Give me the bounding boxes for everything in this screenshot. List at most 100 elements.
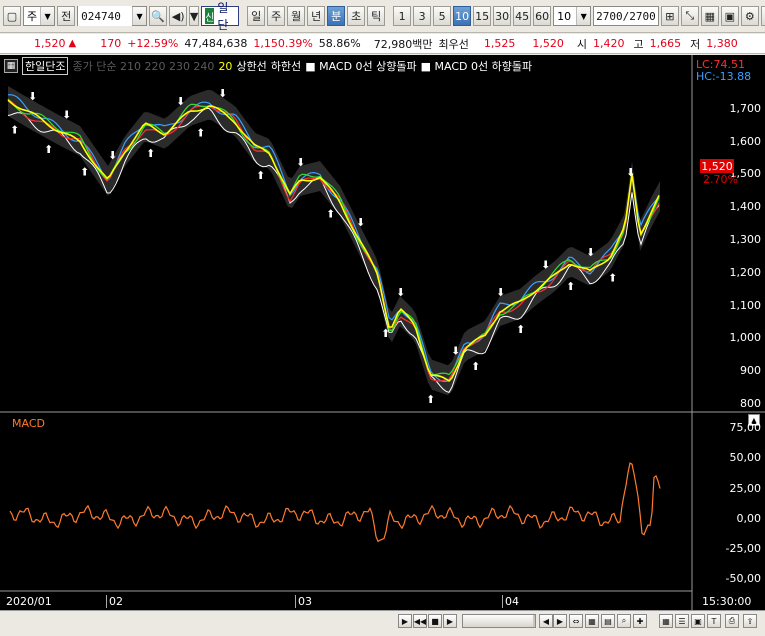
play-icon[interactable]: ▶ <box>398 614 412 628</box>
legend-grid-icon[interactable]: ▦ <box>4 59 18 73</box>
save-icon[interactable]: ▣ <box>720 6 739 26</box>
scrollbar[interactable] <box>462 614 536 628</box>
count-value[interactable]: 2700 <box>596 10 623 23</box>
zoom-out-icon[interactable]: ◀ <box>539 614 553 628</box>
turnover-percent: 58.86% <box>318 37 361 50</box>
bollinger-fill <box>8 86 660 396</box>
interval-30[interactable]: 30 <box>493 6 512 26</box>
volume-ratio: 1,150.39% <box>253 37 313 50</box>
stock-code-combo[interactable]: 024740 ▼ <box>77 6 148 26</box>
gear-icon[interactable]: ⚙ <box>740 6 759 26</box>
change-percent: +12.59% <box>127 37 179 50</box>
font-icon[interactable]: A <box>760 6 765 26</box>
rewind-icon[interactable]: ◀◀ <box>413 614 427 628</box>
macd-tick: -25,00 <box>725 542 761 555</box>
list-icon[interactable]: ☰ <box>675 614 689 628</box>
moving-average-lines <box>7 94 660 394</box>
tab-day[interactable]: 일 <box>247 6 266 26</box>
count-field[interactable]: 2700 /2700 <box>593 6 659 26</box>
arrow-up-icon: ⬆ <box>471 360 480 373</box>
arrow-up-icon: ⬆ <box>146 147 155 160</box>
zoom-in-icon[interactable]: ▶ <box>553 614 567 628</box>
legend-stock-name[interactable]: 한일단조 <box>22 57 69 75</box>
line-view-icon[interactable]: ▤ <box>601 614 615 628</box>
stock-code-input[interactable]: 024740 <box>78 6 133 26</box>
ma-line-2 <box>7 98 660 382</box>
forward-icon[interactable]: ▶ <box>443 614 457 628</box>
macd-line <box>9 462 661 543</box>
top-toolbar: ▢ 주 ▼ 전 024740 ▼ 🔍 ◀) ▼ 신 한일단조 일 주 월 년 분… <box>0 0 765 49</box>
tab-second[interactable]: 초 <box>347 6 366 26</box>
stock-name-box[interactable]: 신 한일단조 <box>201 1 240 49</box>
interval-60[interactable]: 60 <box>533 6 552 26</box>
prev-button[interactable]: 전 <box>57 6 76 26</box>
export-icon[interactable]: ⇪ <box>743 614 757 628</box>
macd-tick: 50,00 <box>729 451 762 464</box>
ma-line-0 <box>7 107 660 394</box>
chart-area[interactable]: ⬆ ⬇ ⬆ ⬇ ⬆ ⬇ ⬆ ⬇ ⬆ ⬇ ⬆ ⬇ ⬆ ⬇ ⬆ ⬇ ⬆ ⬇ ⬆ ⬇ ⬆ ⬇ ⬆ ⬇ ⬆ ⬇ ▦ 한일단조 종가 단순 … <box>0 55 765 610</box>
indicator-icon[interactable]: ⊞ <box>660 6 679 26</box>
arrow-up-icon: ⬆ <box>256 169 265 182</box>
speaker-icon[interactable]: ◀) <box>169 6 188 26</box>
image-icon[interactable]: ▣ <box>691 614 705 628</box>
search-icon[interactable]: 🔍 <box>149 6 168 26</box>
bollinger-band <box>8 86 660 396</box>
last-percent-tag: 2.70% <box>703 173 738 186</box>
interval-10[interactable]: 10 <box>453 6 472 26</box>
scroll-thumb[interactable] <box>463 615 533 627</box>
interval-combo[interactable]: 10 ▼ <box>553 6 592 26</box>
print-icon[interactable]: ⎙ <box>725 614 739 628</box>
arrow-up-icon: ⬆ <box>608 271 617 284</box>
interval-15[interactable]: 15 <box>473 6 492 26</box>
interval-combo-value: 10 <box>557 9 572 23</box>
pan-icon[interactable]: ⇔ <box>569 614 583 628</box>
macd-label: MACD <box>12 417 45 430</box>
arrow-down-icon: ⬇ <box>496 286 505 299</box>
search-icon[interactable]: ⌕ <box>617 614 631 628</box>
up-arrow-icon: ▲ <box>68 38 77 49</box>
date-label: 02 <box>106 595 123 608</box>
type-select-value: 주 <box>27 10 38 23</box>
arrow-down-icon: ⬇ <box>541 259 550 272</box>
window-icon[interactable]: ▢ <box>3 6 21 26</box>
arrow-down-icon: ⬇ <box>586 246 595 259</box>
macd-tick: -50,00 <box>725 572 761 585</box>
interval-3[interactable]: 3 <box>413 6 432 26</box>
arrow-up-icon: ⬆ <box>566 280 575 293</box>
grid-icon[interactable]: ▦ <box>700 6 719 26</box>
type-select[interactable]: 주 ▼ <box>23 6 56 26</box>
price-tick: 1,200 <box>729 266 762 279</box>
arrow-up-icon: ⬆ <box>44 143 53 156</box>
best-bid: 1,520 <box>532 37 564 50</box>
table-icon[interactable]: ▦ <box>659 614 673 628</box>
legend-upper-line: 상한선 <box>236 60 267 73</box>
legend-macd-down-label: MACD 0선 하향돌파 <box>434 60 533 73</box>
tab-minute[interactable]: 분 <box>327 6 346 26</box>
date-label: 04 <box>502 595 519 608</box>
chevron-down-icon[interactable]: ▼ <box>576 7 591 25</box>
interval-5[interactable]: 5 <box>433 6 452 26</box>
macd-path <box>9 462 661 543</box>
chart-tool-icon[interactable]: ⤡ <box>680 6 699 26</box>
ma-line-3 <box>7 98 660 376</box>
chevron-down-icon[interactable]: ▼ <box>189 6 200 26</box>
crosshair-icon[interactable]: ✚ <box>633 614 647 628</box>
chevron-down-icon[interactable]: ▼ <box>132 7 147 25</box>
interval-1[interactable]: 1 <box>393 6 412 26</box>
tab-year[interactable]: 년 <box>307 6 326 26</box>
tab-tick[interactable]: 틱 <box>367 6 386 26</box>
arrow-down-icon: ⬇ <box>28 90 37 103</box>
open-label: 시 <box>576 37 587 51</box>
interval-45[interactable]: 45 <box>513 6 532 26</box>
text-icon[interactable]: T <box>707 614 721 628</box>
price-tick: 1,600 <box>729 135 762 148</box>
legend-ma-items: 종가 단순 210 220 230 240 <box>72 60 215 73</box>
grid-view-icon[interactable]: ▦ <box>585 614 599 628</box>
chevron-down-icon[interactable]: ▼ <box>40 7 55 25</box>
stop-icon[interactable]: ■ <box>428 614 442 628</box>
chart-canvas[interactable]: ⬆ ⬇ ⬆ ⬇ ⬆ ⬇ ⬆ ⬇ ⬆ ⬇ ⬆ ⬇ ⬆ ⬇ ⬆ ⬇ ⬆ ⬇ ⬆ ⬇ ⬆ ⬇ ⬆ ⬇ ⬆ ⬇ <box>0 55 765 610</box>
low-label: 저 <box>690 37 701 51</box>
tab-month[interactable]: 월 <box>287 6 306 26</box>
price-tick: 1,100 <box>729 299 762 312</box>
tab-week[interactable]: 주 <box>267 6 286 26</box>
